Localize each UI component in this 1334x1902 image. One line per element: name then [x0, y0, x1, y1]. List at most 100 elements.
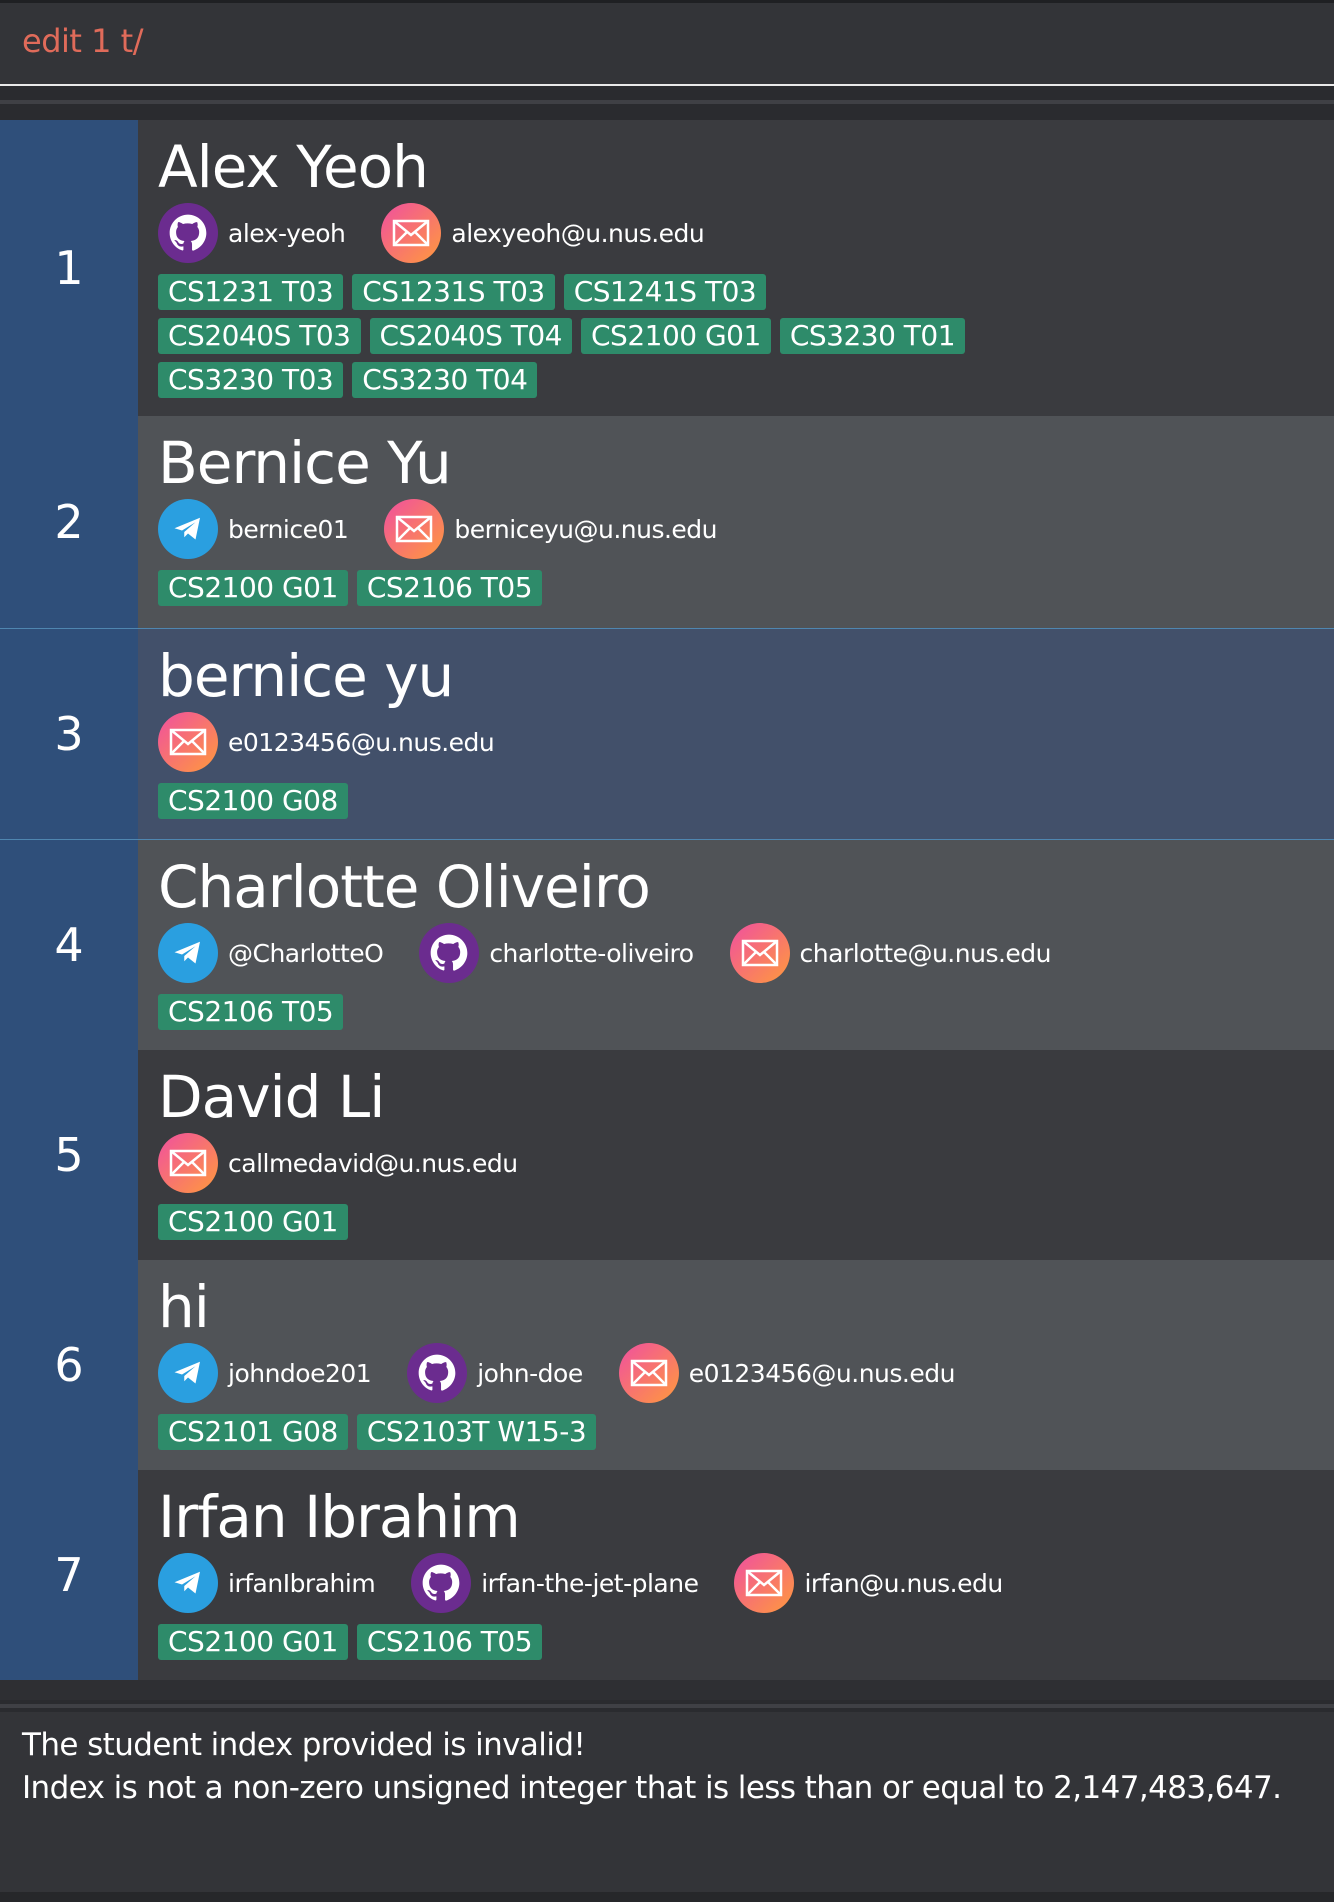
- student-card[interactable]: 2 Bernice Yu bernice01 berniceyu@u.nus.edu C…: [0, 416, 1334, 628]
- contact-email: alexyeoh@u.nus.edu: [381, 203, 705, 263]
- command-bar: edit 1 t/: [0, 0, 1334, 86]
- result-display: The student index provided is invalid! I…: [0, 1712, 1334, 1892]
- tag-list: CS2106 T05: [158, 984, 978, 1046]
- class-tag: CS1231S T03: [352, 274, 555, 310]
- contact-row: irfanIbrahim irfan-the-jet-plane irfan@u.n…: [158, 1552, 1334, 1614]
- student-details: Irfan Ibrahim irfanIbrahim irfan-the-jet-p…: [138, 1470, 1334, 1680]
- class-tag: CS2106 T05: [158, 994, 344, 1030]
- contact-row: johndoe201 john-doe e0123456@u.nus.edu: [158, 1342, 1334, 1404]
- contact-row: alex-yeoh alexyeoh@u.nus.edu: [158, 202, 1334, 264]
- class-tag: CS2106 T05: [356, 1624, 543, 1660]
- student-index: 3: [0, 629, 138, 839]
- divider: [0, 1700, 1334, 1712]
- contact-telegram: bernice01: [158, 499, 349, 559]
- telegram-icon: [158, 1343, 218, 1403]
- tag-list: CS1231 T03 CS1231S T03 CS1241S T03 CS2040S …: [158, 264, 978, 414]
- contact-email: berniceyu@u.nus.edu: [384, 499, 718, 559]
- student-card[interactable]: 6 hi johndoe201 john-doe e0123456@u.nus.edu C…: [0, 1260, 1334, 1470]
- student-card[interactable]: 5 David Li callmedavid@u.nus.edu CS2100 G01: [0, 1050, 1334, 1260]
- class-tag: CS3230 T01: [779, 318, 966, 354]
- tag-list: CS2100 G01: [158, 1194, 978, 1256]
- student-index: 4: [0, 840, 138, 1050]
- class-tag: CS1231 T03: [158, 274, 344, 310]
- contact-email: e0123456@u.nus.edu: [618, 1343, 956, 1403]
- student-index: 1: [0, 120, 138, 416]
- class-tag: CS3230 T04: [352, 362, 538, 398]
- telegram-icon: [158, 923, 218, 983]
- class-tag: CS2100 G01: [158, 1204, 348, 1240]
- email-icon: [158, 1133, 218, 1193]
- telegram-icon: [158, 499, 218, 559]
- contact-telegram: johndoe201: [158, 1343, 372, 1403]
- github-icon: [419, 923, 480, 983]
- class-tag: CS2100 G01: [158, 570, 348, 606]
- github-icon: [407, 1343, 468, 1403]
- class-tag: CS2101 G08: [158, 1414, 348, 1450]
- class-tag: CS2040S T03: [158, 318, 361, 354]
- student-name: David Li: [158, 1063, 385, 1131]
- divider: [0, 86, 1334, 120]
- class-tag: CS2100 G01: [158, 1624, 348, 1660]
- command-input[interactable]: edit 1 t/: [22, 22, 143, 60]
- contact-github: charlotte-oliveiro: [419, 923, 694, 983]
- top-border: [0, 0, 1334, 3]
- github-icon: [411, 1553, 472, 1613]
- student-name: Charlotte Oliveiro: [158, 853, 651, 921]
- contact-email: callmedavid@u.nus.edu: [158, 1133, 518, 1193]
- email-handle: berniceyu@u.nus.edu: [454, 514, 718, 544]
- contact-row: callmedavid@u.nus.edu: [158, 1132, 1334, 1194]
- student-card[interactable]: 3 bernice yu e0123456@u.nus.edu CS2100 G08: [0, 628, 1334, 840]
- contact-email: charlotte@u.nus.edu: [729, 923, 1052, 983]
- contact-github: john-doe: [407, 1343, 583, 1403]
- student-name: Irfan Ibrahim: [158, 1483, 521, 1551]
- student-details: bernice yu e0123456@u.nus.edu CS2100 G08: [138, 629, 1334, 839]
- email-handle: callmedavid@u.nus.edu: [228, 1148, 518, 1178]
- student-card[interactable]: 7 Irfan Ibrahim irfanIbrahim irfan-the-jet-…: [0, 1470, 1334, 1680]
- class-tag: CS2103T W15-3: [356, 1414, 597, 1450]
- status-bar: [0, 1892, 1334, 1902]
- telegram-handle: bernice01: [228, 514, 349, 544]
- contact-github: alex-yeoh: [158, 203, 346, 263]
- student-details: David Li callmedavid@u.nus.edu CS2100 G01: [138, 1050, 1334, 1260]
- class-tag: CS3230 T03: [158, 362, 344, 398]
- student-card[interactable]: 4 Charlotte Oliveiro @CharlotteO charlotte-…: [0, 840, 1334, 1050]
- class-tag: CS2040S T04: [369, 318, 572, 354]
- email-handle: e0123456@u.nus.edu: [688, 1358, 956, 1388]
- student-details: Bernice Yu bernice01 berniceyu@u.nus.edu CS…: [138, 416, 1334, 628]
- class-tag: CS2106 T05: [356, 570, 543, 606]
- email-handle: e0123456@u.nus.edu: [228, 727, 495, 757]
- student-card[interactable]: 1 Alex Yeoh alex-yeoh alexyeoh@u.nus.edu CS1…: [0, 120, 1334, 416]
- student-details: Alex Yeoh alex-yeoh alexyeoh@u.nus.edu CS12…: [138, 120, 1334, 416]
- student-name: bernice yu: [158, 642, 454, 710]
- student-details: Charlotte Oliveiro @CharlotteO charlotte-o…: [138, 840, 1334, 1050]
- student-index: 5: [0, 1050, 138, 1260]
- email-icon: [158, 712, 218, 772]
- contact-email: e0123456@u.nus.edu: [158, 712, 495, 772]
- student-index: 2: [0, 416, 138, 628]
- contact-row: @CharlotteO charlotte-oliveiro charlotte@u…: [158, 922, 1334, 984]
- student-details: hi johndoe201 john-doe e0123456@u.nus.edu CS…: [138, 1260, 1334, 1470]
- contact-row: e0123456@u.nus.edu: [158, 711, 1334, 773]
- result-message-line2: Index is not a non-zero unsigned integer…: [22, 1770, 1282, 1806]
- student-list[interactable]: 1 Alex Yeoh alex-yeoh alexyeoh@u.nus.edu CS1…: [0, 120, 1334, 1680]
- class-tag: CS2100 G01: [581, 318, 771, 354]
- contact-telegram: @CharlotteO: [158, 923, 384, 983]
- student-index: 6: [0, 1260, 138, 1470]
- result-message-line1: The student index provided is invalid!: [22, 1727, 586, 1763]
- email-icon: [729, 923, 790, 983]
- tag-list: CS2100 G01 CS2106 T05: [158, 1614, 978, 1676]
- telegram-handle: @CharlotteO: [228, 938, 384, 968]
- telegram-handle: irfanIbrahim: [228, 1568, 376, 1598]
- github-icon: [158, 203, 218, 263]
- email-handle: charlotte@u.nus.edu: [799, 938, 1052, 968]
- student-name: hi: [158, 1273, 210, 1341]
- telegram-icon: [158, 1553, 218, 1613]
- email-handle: irfan@u.nus.edu: [804, 1568, 1003, 1598]
- github-handle: charlotte-oliveiro: [489, 938, 694, 968]
- email-icon: [618, 1343, 679, 1403]
- class-tag: CS2100 G08: [158, 783, 348, 819]
- student-name: Alex Yeoh: [158, 133, 429, 201]
- tag-list: CS2101 G08 CS2103T W15-3: [158, 1404, 978, 1466]
- student-index: 7: [0, 1470, 138, 1680]
- contact-github: irfan-the-jet-plane: [411, 1553, 699, 1613]
